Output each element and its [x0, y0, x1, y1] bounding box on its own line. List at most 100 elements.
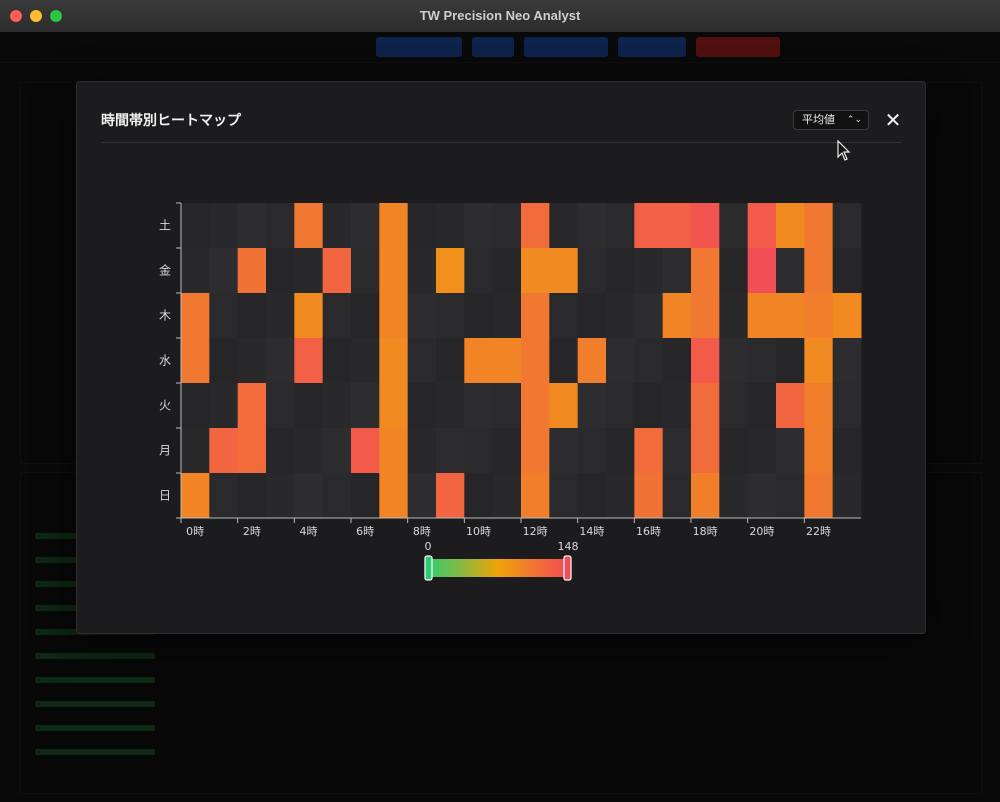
- heatmap-cell[interactable]: [181, 338, 210, 384]
- heatmap-cell[interactable]: [691, 473, 720, 519]
- heatmap-cell[interactable]: [266, 473, 295, 519]
- heatmap-cell[interactable]: [209, 248, 239, 294]
- heatmap-cell[interactable]: [294, 473, 324, 519]
- heatmap-cell[interactable]: [747, 383, 777, 429]
- heatmap-cell[interactable]: [209, 473, 239, 519]
- heatmap-cell[interactable]: [322, 338, 352, 384]
- heatmap-cell[interactable]: [662, 338, 692, 384]
- heatmap-cell[interactable]: [181, 428, 210, 474]
- heatmap-cell[interactable]: [832, 473, 862, 519]
- heatmap-cell[interactable]: [776, 428, 805, 474]
- heatmap-cell[interactable]: [407, 248, 437, 294]
- heatmap-cell[interactable]: [181, 203, 210, 249]
- heatmap-cell[interactable]: [776, 383, 805, 429]
- heatmap-cell[interactable]: [832, 338, 862, 384]
- heatmap-cell[interactable]: [804, 293, 834, 339]
- heatmap-cell[interactable]: [407, 428, 437, 474]
- heatmap-cell[interactable]: [237, 338, 267, 384]
- heatmap-cell[interactable]: [407, 338, 437, 384]
- heatmap-cell[interactable]: [747, 428, 777, 474]
- heatmap-cell[interactable]: [322, 293, 352, 339]
- heatmap-cell[interactable]: [691, 428, 720, 474]
- heatmap-cell[interactable]: [691, 293, 720, 339]
- heatmap-cell[interactable]: [209, 338, 239, 384]
- heatmap-cell[interactable]: [662, 473, 692, 519]
- heatmap-cell[interactable]: [521, 428, 550, 474]
- heatmap-cell[interactable]: [832, 428, 862, 474]
- heatmap-cell[interactable]: [606, 203, 635, 249]
- heatmap-cell[interactable]: [776, 338, 805, 384]
- heatmap-cell[interactable]: [577, 383, 607, 429]
- heatmap-cell[interactable]: [521, 473, 550, 519]
- heatmap-cell[interactable]: [351, 203, 380, 249]
- heatmap-cell[interactable]: [832, 248, 862, 294]
- heatmap-cell[interactable]: [606, 383, 635, 429]
- heatmap-cell[interactable]: [719, 338, 749, 384]
- heatmap-cell[interactable]: [691, 248, 720, 294]
- heatmap-cell[interactable]: [181, 248, 210, 294]
- heatmap-cell[interactable]: [464, 293, 494, 339]
- heatmap-cell[interactable]: [209, 293, 239, 339]
- heatmap-cell[interactable]: [521, 293, 550, 339]
- heatmap-cell[interactable]: [577, 428, 607, 474]
- heatmap-cell[interactable]: [322, 473, 352, 519]
- heatmap-cell[interactable]: [577, 248, 607, 294]
- heatmap-cell[interactable]: [549, 473, 579, 519]
- heatmap-cell[interactable]: [691, 383, 720, 429]
- heatmap-cell[interactable]: [776, 203, 805, 249]
- heatmap-cell[interactable]: [521, 203, 550, 249]
- heatmap-cell[interactable]: [804, 338, 834, 384]
- heatmap-cell[interactable]: [747, 203, 777, 249]
- heatmap-cell[interactable]: [662, 383, 692, 429]
- heatmap-cell[interactable]: [549, 203, 579, 249]
- heatmap-cell[interactable]: [436, 338, 465, 384]
- colorbar-min-handle[interactable]: [424, 555, 433, 581]
- heatmap-cell[interactable]: [832, 293, 862, 339]
- heatmap-cell[interactable]: [719, 383, 749, 429]
- heatmap-cell[interactable]: [747, 293, 777, 339]
- heatmap-cell[interactable]: [266, 383, 295, 429]
- heatmap-cell[interactable]: [747, 248, 777, 294]
- heatmap-cell[interactable]: [832, 203, 862, 249]
- heatmap-cell[interactable]: [209, 383, 239, 429]
- heatmap-cell[interactable]: [294, 338, 324, 384]
- heatmap-cell[interactable]: [492, 293, 522, 339]
- heatmap-cell[interactable]: [804, 473, 834, 519]
- heatmap-cell[interactable]: [691, 203, 720, 249]
- heatmap-cell[interactable]: [606, 248, 635, 294]
- heatmap-cell[interactable]: [351, 338, 380, 384]
- heatmap-cell[interactable]: [322, 203, 352, 249]
- heatmap-cell[interactable]: [662, 428, 692, 474]
- heatmap-cell[interactable]: [436, 428, 465, 474]
- heatmap-cell[interactable]: [407, 203, 437, 249]
- heatmap-cell[interactable]: [237, 383, 267, 429]
- heatmap-cell[interactable]: [351, 473, 380, 519]
- heatmap-cell[interactable]: [436, 383, 465, 429]
- heatmap-cell[interactable]: [521, 383, 550, 429]
- heatmap-cell[interactable]: [521, 338, 550, 384]
- heatmap-cell[interactable]: [521, 248, 550, 294]
- heatmap-cell[interactable]: [776, 248, 805, 294]
- heatmap-cell[interactable]: [492, 338, 522, 384]
- heatmap-cell[interactable]: [322, 248, 352, 294]
- heatmap-cell[interactable]: [776, 473, 805, 519]
- heatmap-cell[interactable]: [577, 338, 607, 384]
- heatmap-cell[interactable]: [662, 248, 692, 294]
- heatmap-cell[interactable]: [804, 428, 834, 474]
- heatmap-cell[interactable]: [464, 338, 494, 384]
- heatmap-cell[interactable]: [804, 248, 834, 294]
- heatmap-cell[interactable]: [351, 383, 380, 429]
- heatmap-cell[interactable]: [606, 338, 635, 384]
- heatmap-cell[interactable]: [747, 338, 777, 384]
- heatmap-cell[interactable]: [662, 293, 692, 339]
- heatmap-cell[interactable]: [379, 248, 409, 294]
- heatmap-cell[interactable]: [436, 293, 465, 339]
- heatmap-cell[interactable]: [464, 203, 494, 249]
- heatmap-cell[interactable]: [492, 203, 522, 249]
- heatmap-cell[interactable]: [407, 383, 437, 429]
- heatmap-cell[interactable]: [266, 203, 295, 249]
- heatmap-cell[interactable]: [464, 383, 494, 429]
- heatmap-cell[interactable]: [719, 293, 749, 339]
- heatmap-cell[interactable]: [237, 293, 267, 339]
- heatmap-cell[interactable]: [577, 473, 607, 519]
